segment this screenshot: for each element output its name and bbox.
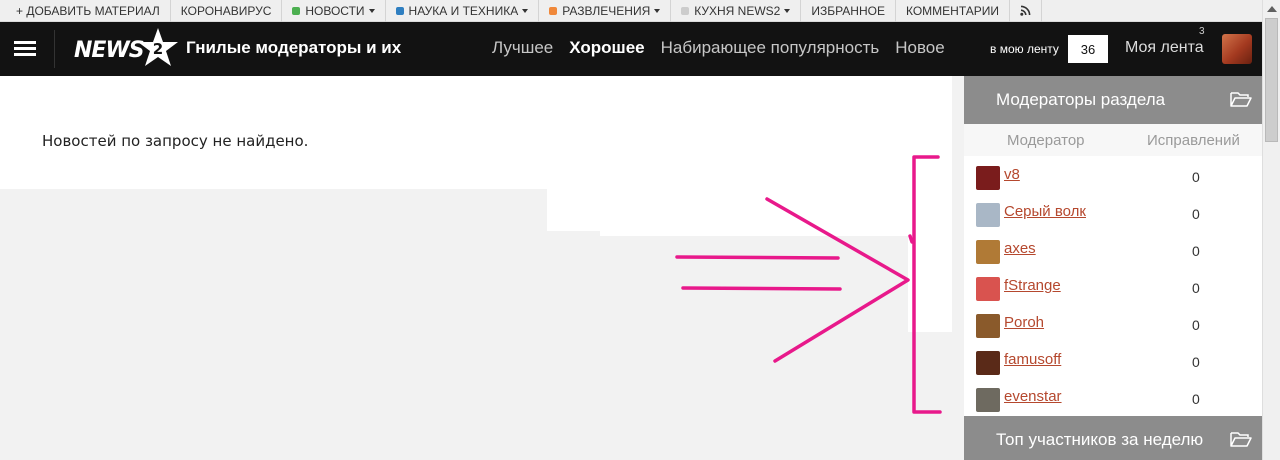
moderator-row: v8 0	[964, 156, 1262, 193]
moderator-edits: 0	[1192, 243, 1200, 259]
moderator-edits: 0	[1192, 206, 1200, 222]
moderator-link[interactable]: Серый волк	[1004, 203, 1086, 220]
category-label: РАЗВЛЕЧЕНИЯ	[562, 3, 651, 18]
category-bar: + ДОБАВИТЬ МАТЕРИАЛ КОРОНАВИРУС НОВОСТИ НАУ…	[0, 0, 1262, 22]
top-users-header[interactable]: Топ участников за неделю	[964, 416, 1262, 460]
content-fragment	[600, 189, 952, 236]
moderators-table-header: Модератор Исправлений	[964, 124, 1262, 156]
my-feed-link[interactable]: Моя лента	[1125, 39, 1204, 57]
moderator-row: axes 0	[964, 230, 1262, 267]
logo-star-icon: 2	[138, 28, 178, 66]
moderator-row: famusoff 0	[964, 341, 1262, 378]
moderator-link[interactable]: Poroh	[1004, 314, 1044, 331]
category-label: ИЗБРАННОЕ	[811, 3, 885, 18]
category-item[interactable]: НАУКА И ТЕХНИКА	[386, 0, 540, 22]
content-fragment	[547, 189, 600, 231]
category-label: НАУКА И ТЕХНИКА	[408, 3, 519, 18]
main-nav: Лучшее Хорошее Набирающее популярность Ново…	[492, 38, 961, 58]
logo-badge: 2	[153, 40, 163, 58]
folder-open-icon[interactable]	[1230, 91, 1252, 108]
feed-count-box[interactable]: 36	[1068, 35, 1108, 63]
moderator-avatar[interactable]	[976, 388, 1000, 412]
category-label: + ДОБАВИТЬ МАТЕРИАЛ	[16, 3, 160, 18]
moderator-avatar[interactable]	[976, 166, 1000, 190]
scroll-up-arrow-icon[interactable]	[1267, 6, 1277, 12]
page-scrollbar[interactable]	[1262, 0, 1280, 460]
content-area: Новостей по запросу не найдено.	[0, 76, 952, 189]
moderator-avatar[interactable]	[976, 203, 1000, 227]
category-item[interactable]: НОВОСТИ	[282, 0, 386, 22]
moderator-row: evenstar 0	[964, 378, 1262, 415]
annotation-stroke	[681, 286, 842, 291]
nav-tab[interactable]: Хорошее	[569, 38, 644, 58]
caret-down-icon	[522, 8, 529, 13]
category-item[interactable]: КОРОНАВИРУС	[171, 0, 283, 22]
header-divider	[54, 30, 55, 68]
logo-text: NEWS	[74, 38, 145, 63]
col-moderator: Модератор	[1007, 132, 1085, 149]
rss-icon[interactable]	[1010, 0, 1043, 22]
moderator-avatar[interactable]	[976, 240, 1000, 264]
moderators-title: Модераторы раздела	[996, 90, 1166, 109]
moderator-row: Poroh 0	[964, 304, 1262, 341]
caret-down-icon	[368, 8, 375, 13]
moderator-edits: 0	[1192, 317, 1200, 333]
category-label: КОММЕНТАРИИ	[905, 3, 1000, 18]
moderator-link[interactable]: famusoff	[1004, 351, 1061, 368]
moderator-row: Серый волк 0	[964, 193, 1262, 230]
category-color-icon	[292, 6, 301, 15]
scroll-thumb[interactable]	[1265, 18, 1278, 142]
user-avatar[interactable]	[1222, 34, 1252, 64]
add-to-feed-label[interactable]: в мою ленту	[990, 42, 1059, 56]
category-item[interactable]: КУХНЯ NEWS2	[671, 0, 802, 22]
category-color-icon	[549, 6, 558, 15]
moderator-link[interactable]: fStrange	[1004, 277, 1061, 294]
category-color-icon	[395, 6, 404, 15]
no-results-message: Новостей по запросу не найдено.	[42, 132, 309, 150]
category-label: НОВОСТИ	[305, 3, 365, 18]
moderator-avatar[interactable]	[976, 314, 1000, 338]
moderator-edits: 0	[1192, 280, 1200, 296]
moderator-link[interactable]: evenstar	[1004, 388, 1062, 405]
moderator-row: fStrange 0	[964, 267, 1262, 304]
folder-open-icon[interactable]	[1230, 431, 1252, 448]
moderator-edits: 0	[1192, 169, 1200, 185]
sidebar: Модераторы раздела Модератор Исправлений…	[964, 76, 1262, 460]
site-logo[interactable]: NEWS 2	[72, 26, 182, 72]
nav-tab[interactable]: Лучшее	[492, 38, 553, 58]
category-item[interactable]: РАЗВЛЕЧЕНИЯ	[539, 0, 672, 22]
notification-count: 3	[1199, 26, 1205, 37]
moderator-edits: 0	[1192, 391, 1200, 407]
annotation-stroke	[675, 255, 840, 260]
category-item[interactable]: КОММЕНТАРИИ	[896, 0, 1011, 22]
page-title: Гнилые модераторы и их	[186, 38, 402, 57]
category-item[interactable]: ИЗБРАННОЕ	[801, 0, 896, 22]
category-color-icon	[681, 6, 690, 15]
caret-down-icon	[654, 8, 661, 13]
top-users-title: Топ участников за неделю	[996, 430, 1204, 449]
moderator-link[interactable]: axes	[1004, 240, 1036, 257]
nav-tab[interactable]: Набирающее популярность	[661, 38, 880, 58]
caret-down-icon	[784, 8, 791, 13]
category-item[interactable]: + ДОБАВИТЬ МАТЕРИАЛ	[0, 0, 171, 22]
category-label: КУХНЯ NEWS2	[694, 3, 781, 18]
moderator-link[interactable]: v8	[1004, 166, 1020, 183]
category-label: КОРОНАВИРУС	[180, 3, 272, 18]
hamburger-icon[interactable]	[14, 41, 36, 57]
col-edits: Исправлений	[1147, 132, 1240, 149]
content-fragment	[908, 236, 952, 332]
site-header: NEWS 2 Гнилые модераторы и их Лучшее Хоро…	[0, 22, 1262, 76]
moderator-avatar[interactable]	[976, 277, 1000, 301]
nav-tab[interactable]: Новое	[895, 38, 944, 58]
moderator-avatar[interactable]	[976, 351, 1000, 375]
moderator-edits: 0	[1192, 354, 1200, 370]
moderators-header[interactable]: Модераторы раздела	[964, 76, 1262, 124]
